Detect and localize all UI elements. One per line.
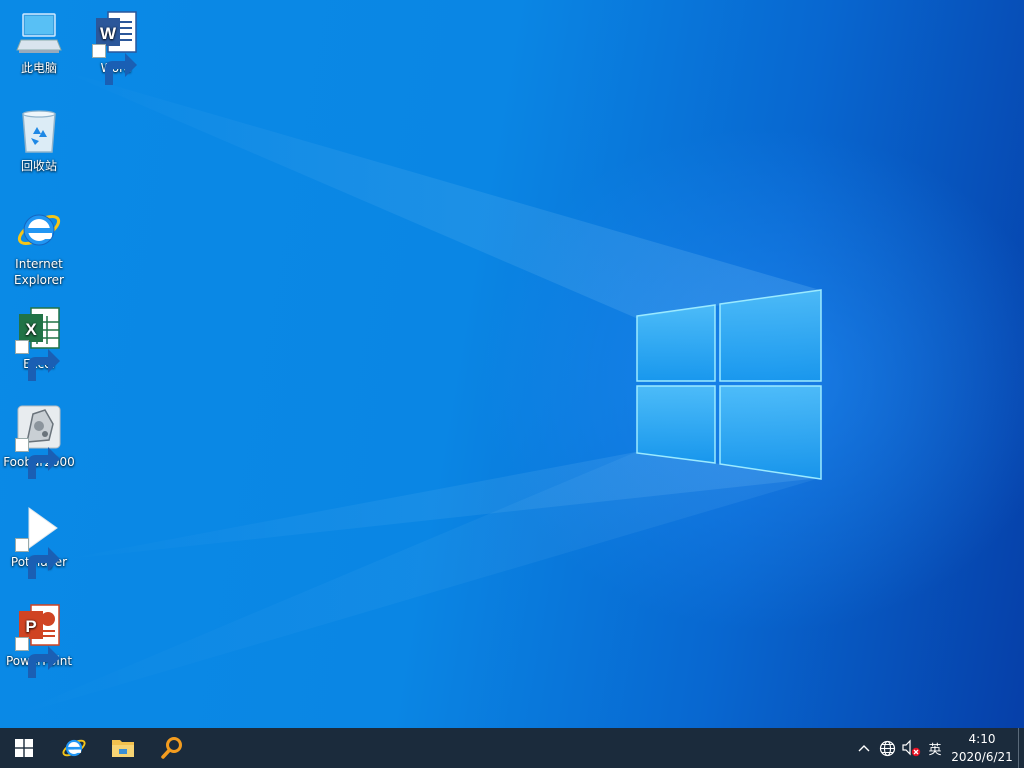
desktop-icon-label: 回收站 [20,159,57,173]
desktop-icon-internet-explorer[interactable]: Internet Explorer [1,206,77,288]
taskbar-internet-explorer-button[interactable] [50,728,98,768]
excel-icon: X [15,306,63,381]
windows-logo-wallpaper [0,70,822,720]
desktop-icon-word[interactable]: W Word [78,10,154,85]
shortcut-arrow-icon [92,44,137,85]
taskbar-file-explorer-button[interactable] [99,728,147,768]
start-button[interactable] [0,728,48,768]
shortcut-arrow-icon [15,637,60,678]
powerpoint-icon: P [15,603,63,678]
clock-time: 4:10 [968,732,996,746]
svg-text:P: P [25,617,36,636]
foobar2000-icon [15,404,63,479]
taskbar-search-button[interactable] [148,728,196,768]
network-globe-icon [879,740,895,756]
computer-icon [15,10,63,58]
shortcut-arrow-icon [15,538,60,579]
desktop-icon-powerpoint[interactable]: P PowerPoint [1,603,77,678]
volume-muted-icon [902,739,921,757]
internet-explorer-icon [15,206,63,254]
clock-date: 2020/6/21 [951,750,1013,764]
desktop-icon-potplayer[interactable]: PotPlayer [1,504,77,579]
desktop-icon-foobar2000[interactable]: Foobar2000 [1,404,77,479]
desktop-icon-excel[interactable]: X Excel [1,306,77,381]
internet-explorer-icon [62,739,86,757]
show-desktop-button[interactable] [1018,728,1024,768]
show-hidden-icons-button[interactable] [854,728,874,768]
shortcut-arrow-icon [15,438,60,479]
desktop[interactable]: 此电脑 W Word 回 [0,0,1024,728]
volume-button[interactable] [900,728,922,768]
input-method-indicator[interactable]: 英 [924,728,946,768]
clock-button[interactable]: 4:10 2020/6/21 [946,730,1018,766]
file-explorer-icon [112,740,134,757]
svg-text:X: X [25,320,37,339]
desktop-icon-label: Internet Explorer [14,257,64,287]
shortcut-arrow-icon [15,340,60,381]
network-button[interactable] [877,728,897,768]
svg-text:W: W [100,24,117,43]
word-icon: W [92,10,140,85]
potplayer-icon [15,504,63,579]
desktop-icon-label: 此电脑 [20,61,57,75]
windows-start-icon [15,739,33,757]
chevron-up-icon [858,745,870,752]
recycle-bin-icon [15,108,63,156]
windows-logo-panes [636,289,822,480]
search-icon [161,737,182,759]
desktop-icon-recycle-bin[interactable]: 回收站 [1,108,77,174]
desktop-icon-this-pc[interactable]: 此电脑 [1,10,77,76]
taskbar: 英 4:10 2020/6/21 [0,728,1024,768]
